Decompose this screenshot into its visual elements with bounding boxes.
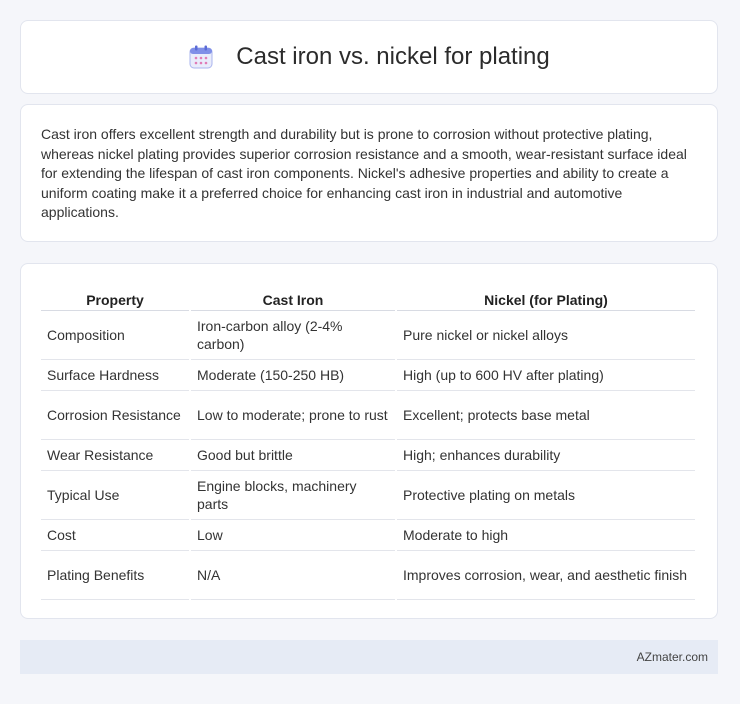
table-cell: Composition bbox=[41, 311, 189, 360]
table-cell: Moderate to high bbox=[397, 520, 695, 551]
footer-brand: AZmater.com bbox=[636, 650, 708, 664]
table-cell: Good but brittle bbox=[191, 440, 395, 471]
column-header-nickel: Nickel (for Plating) bbox=[397, 284, 695, 311]
table-cell: Surface Hardness bbox=[41, 360, 189, 391]
table-cell: Corrosion Resistance bbox=[41, 391, 189, 440]
table-cell: Typical Use bbox=[41, 471, 189, 520]
table-cell: Cost bbox=[41, 520, 189, 551]
table-cell: Low bbox=[191, 520, 395, 551]
table-cell: High; enhances durability bbox=[397, 440, 695, 471]
table-cell: Low to moderate; prone to rust bbox=[191, 391, 395, 440]
intro-card: Cast iron offers excellent strength and … bbox=[20, 104, 718, 242]
table-cell: Protective plating on metals bbox=[397, 471, 695, 520]
table-row: Plating Benefits N/A Improves corrosion,… bbox=[41, 551, 695, 600]
table-cell: Excellent; protects base metal bbox=[397, 391, 695, 440]
table-row: Surface Hardness Moderate (150-250 HB) H… bbox=[41, 360, 695, 391]
table-row: Composition Iron-carbon alloy (2-4% carb… bbox=[41, 311, 695, 360]
comparison-table: Property Cast Iron Nickel (for Plating) … bbox=[39, 284, 697, 600]
table-row: Typical Use Engine blocks, machinery par… bbox=[41, 471, 695, 520]
table-row: Wear Resistance Good but brittle High; e… bbox=[41, 440, 695, 471]
table-cell: N/A bbox=[191, 551, 395, 600]
table-cell: Improves corrosion, wear, and aesthetic … bbox=[397, 551, 695, 600]
title-card: Cast iron vs. nickel for plating bbox=[20, 20, 718, 94]
table-cell: Plating Benefits bbox=[41, 551, 189, 600]
table-header-row: Property Cast Iron Nickel (for Plating) bbox=[41, 284, 695, 311]
footer-bar: AZmater.com bbox=[20, 640, 718, 674]
column-header-property: Property bbox=[41, 284, 189, 311]
table-row: Corrosion Resistance Low to moderate; pr… bbox=[41, 391, 695, 440]
intro-paragraph: Cast iron offers excellent strength and … bbox=[41, 126, 687, 220]
table-cell: High (up to 600 HV after plating) bbox=[397, 360, 695, 391]
table-cell: Iron-carbon alloy (2-4% carbon) bbox=[191, 311, 395, 360]
table-cell: Moderate (150-250 HB) bbox=[191, 360, 395, 391]
page-title: Cast iron vs. nickel for plating bbox=[236, 43, 550, 70]
table-cell: Pure nickel or nickel alloys bbox=[397, 311, 695, 360]
comparison-table-card: Property Cast Iron Nickel (for Plating) … bbox=[20, 263, 718, 619]
table-cell: Engine blocks, machinery parts bbox=[191, 471, 395, 520]
calendar-icon bbox=[188, 44, 214, 70]
table-row: Cost Low Moderate to high bbox=[41, 520, 695, 551]
table-cell: Wear Resistance bbox=[41, 440, 189, 471]
column-header-cast-iron: Cast Iron bbox=[191, 284, 395, 311]
